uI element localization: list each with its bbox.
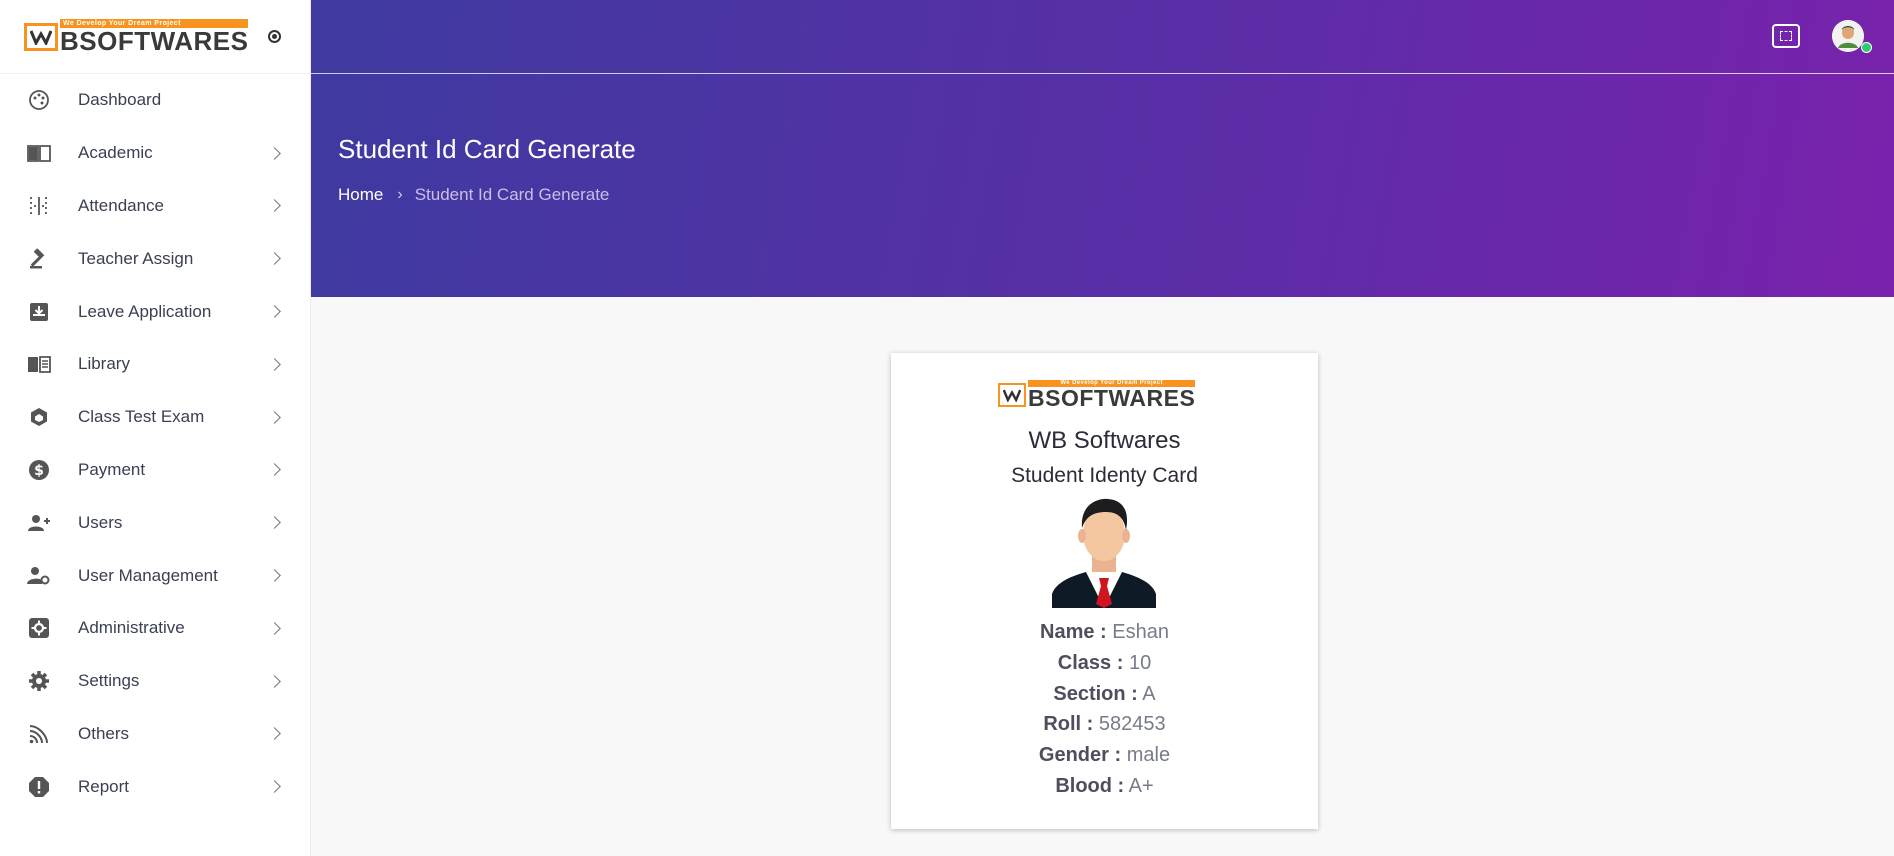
sidebar-item-label: Payment	[78, 459, 146, 479]
info-value: 582453	[1098, 713, 1166, 736]
sidebar-item-class-test-exam[interactable]: Class Test Exam	[0, 391, 310, 444]
sidebar-item-payment[interactable]: $ Payment	[0, 444, 310, 497]
info-row-gender: Gender : male	[891, 740, 1318, 771]
sidebar-item-settings[interactable]: Settings	[0, 655, 310, 708]
grid-dots-icon	[27, 194, 51, 218]
svg-text:$: $	[34, 463, 44, 479]
chevron-right-icon	[268, 727, 281, 741]
card-logo: We Develop Your Dream Project BSOFTWARES	[998, 380, 1196, 411]
topbar	[311, 0, 1894, 74]
chevron-right-icon	[268, 146, 281, 160]
brand-name: BSOFTWARES	[60, 26, 249, 56]
info-row-class: Class : 10	[891, 648, 1318, 679]
library-book-icon	[27, 352, 51, 376]
info-row-name: Name : Eshan	[891, 617, 1318, 648]
student-info: Name : Eshan Class : 10 Section : A Roll…	[891, 617, 1318, 802]
sidebar-item-label: Report	[78, 776, 130, 796]
sidebar-item-report[interactable]: Report	[0, 760, 310, 813]
gear-icon	[27, 669, 51, 693]
sidebar-item-label: User Management	[78, 565, 218, 585]
chevron-right-icon	[268, 199, 281, 213]
sidebar-item-label: Attendance	[78, 195, 165, 215]
chevron-right-icon	[268, 674, 281, 688]
info-label: Roll :	[1043, 713, 1094, 736]
page-title: Student Id Card Generate	[338, 134, 636, 164]
card-brand-name: BSOFTWARES	[1028, 385, 1196, 411]
sidebar-item-label: Leave Application	[78, 301, 212, 321]
sidebar-item-label: Class Test Exam	[78, 407, 205, 427]
chevron-right-icon	[268, 463, 281, 477]
users-add-icon	[27, 511, 51, 535]
sidebar-item-attendance[interactable]: Attendance	[0, 180, 310, 233]
info-label: Class :	[1057, 651, 1124, 674]
info-value: Eshan	[1112, 621, 1169, 643]
sidebar-item-label: Library	[78, 354, 130, 374]
user-avatar[interactable]	[1832, 20, 1864, 52]
book-icon	[27, 141, 51, 165]
sidebar-item-teacher-assign[interactable]: Teacher Assign	[0, 232, 310, 285]
info-label: Blood :	[1055, 774, 1125, 797]
sidebar-menu: Dashboard Academic Attendance Teacher As…	[0, 74, 310, 813]
sidebar-item-library[interactable]: Library	[0, 338, 310, 391]
online-status-dot	[1861, 42, 1872, 53]
gavel-icon	[27, 247, 51, 271]
sidebar: We Develop Your Dream Project BSOFTWARES…	[0, 0, 311, 856]
palette-icon	[27, 88, 51, 112]
sidebar-item-label: Teacher Assign	[78, 248, 194, 268]
chevron-right-icon	[268, 252, 281, 266]
alert-octagon-icon	[27, 775, 51, 799]
sidebar-item-label: Academic	[78, 143, 153, 163]
chevron-right-icon	[268, 569, 281, 582]
user-settings-icon	[27, 564, 51, 588]
school-name: WB Softwares	[1028, 427, 1181, 454]
card-title: Student Identy Card	[1011, 464, 1198, 487]
info-value: male	[1126, 744, 1171, 767]
student-id-card: We Develop Your Dream Project BSOFTWARES…	[891, 353, 1318, 829]
sidebar-item-label: Dashboard	[78, 90, 162, 110]
chevron-right-icon	[268, 305, 281, 318]
info-row-roll: Roll : 582453	[891, 709, 1318, 740]
info-label: Section :	[1053, 682, 1138, 705]
chevron-right-icon	[268, 358, 281, 371]
chevron-right-icon	[268, 621, 281, 635]
sidebar-item-administrative[interactable]: Administrative	[0, 602, 310, 655]
admin-cog-icon	[27, 616, 51, 640]
sidebar-item-leave-application[interactable]: Leave Application	[0, 285, 310, 338]
inbox-download-icon	[27, 300, 51, 324]
breadcrumb: Home › Student Id Card Generate	[338, 185, 609, 205]
chevron-right-icon	[268, 780, 281, 794]
chevron-right-icon	[268, 410, 281, 424]
student-photo	[1052, 496, 1156, 608]
info-value: A+	[1128, 774, 1154, 797]
info-row-section: Section : A	[891, 679, 1318, 710]
chevron-right-icon	[268, 516, 281, 530]
sidebar-item-user-management[interactable]: User Management	[0, 549, 310, 602]
logo-mark-icon	[998, 383, 1026, 407]
sidebar-item-label: Administrative	[78, 618, 185, 638]
brand-logo[interactable]: We Develop Your Dream Project BSOFTWARES	[24, 19, 249, 56]
sidebar-header: We Develop Your Dream Project BSOFTWARES	[0, 0, 310, 74]
sidebar-item-users[interactable]: Users	[0, 496, 310, 549]
info-label: Name :	[1040, 621, 1107, 643]
page-header: Student Id Card Generate Home › Student …	[311, 0, 1894, 297]
sidebar-item-others[interactable]: Others	[0, 708, 310, 761]
info-value: A	[1142, 682, 1156, 705]
fullscreen-icon[interactable]	[1772, 24, 1800, 48]
info-label: Gender :	[1038, 744, 1122, 767]
breadcrumb-current: Student Id Card Generate	[414, 185, 610, 204]
logo-mark-icon	[24, 22, 58, 51]
info-value: 10	[1128, 651, 1152, 674]
signal-icon	[27, 722, 51, 746]
sidebar-item-academic[interactable]: Academic	[0, 127, 310, 180]
sidebar-item-dashboard[interactable]: Dashboard	[0, 74, 310, 127]
sidebar-item-label: Others	[78, 723, 130, 743]
breadcrumb-home-link[interactable]: Home	[338, 185, 383, 205]
info-row-blood: Blood : A+	[891, 771, 1318, 802]
sidebar-item-label: Settings	[78, 671, 140, 691]
cube-icon	[27, 405, 51, 429]
dollar-circle-icon: $	[27, 458, 51, 482]
sidebar-toggle-button[interactable]	[268, 30, 281, 43]
breadcrumb-separator: ›	[397, 186, 403, 203]
sidebar-item-label: Users	[78, 512, 123, 532]
